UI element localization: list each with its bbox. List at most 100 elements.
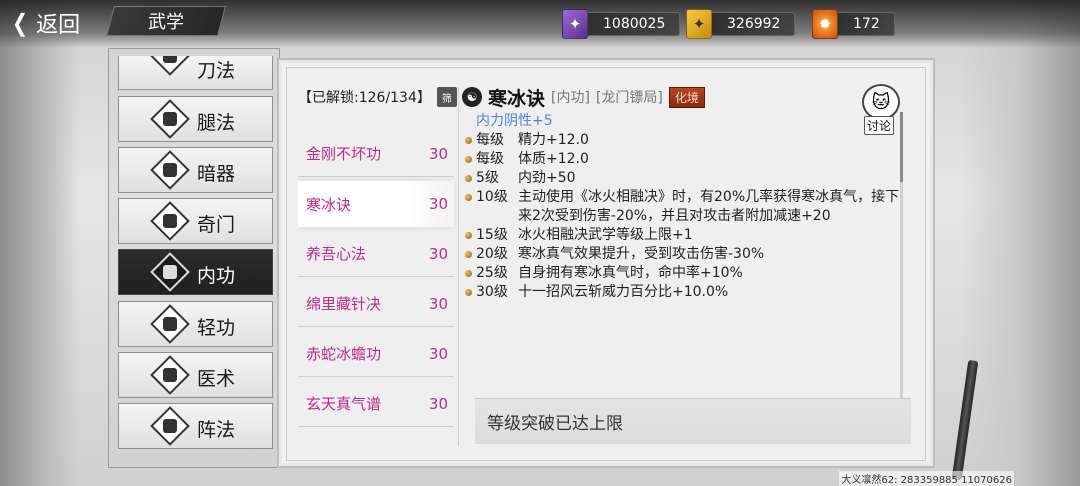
effect-row: 20级 寒冰真气效果提升，受到攻击伤害-30% [462, 245, 902, 264]
bullet-icon [465, 156, 472, 163]
skill-row[interactable]: 赤蛇冰蟾功 30 [298, 331, 454, 377]
effect-level: 15级 [476, 227, 508, 243]
effect-level: 20级 [476, 246, 508, 262]
skill-name: 寒冰诀 [306, 195, 352, 214]
effect-level: 每级 [476, 151, 504, 167]
effect-first-line: 内力阴性+5 [476, 113, 553, 129]
skill-level: 30 [428, 144, 448, 163]
category-item-kick[interactable]: 腿法 [118, 96, 273, 142]
section-title-tab: 武学 [105, 6, 227, 36]
unlock-counter: 【已解锁:126/134】 筛 [298, 86, 458, 108]
category-item-lightness[interactable]: 轻功 [118, 301, 273, 347]
effect-row: 15级 冰火相融决武学等级上限+1 [462, 226, 902, 245]
category-label: 暗器 [197, 163, 236, 185]
skill-row-selected[interactable]: 寒冰诀 30 [298, 181, 454, 227]
category-item-medicine[interactable]: 医术 [118, 352, 273, 398]
skill-title: 寒冰诀 [488, 87, 546, 110]
gold-book-icon: ✦ [686, 9, 712, 39]
medicine-icon [150, 355, 190, 395]
bullet-icon [465, 194, 472, 201]
skill-type-tag: [内功] [551, 90, 590, 106]
category-label: 腿法 [197, 112, 236, 134]
blade-icon [150, 56, 190, 76]
player-id-footer: 大义凛然62: 283359885 11070626 [839, 471, 1014, 486]
bullet-icon [465, 270, 472, 277]
realm-badge: 化境 [668, 86, 705, 108]
scrollbar-thumb[interactable] [900, 112, 903, 182]
skill-list[interactable]: 金刚不坏功 30 寒冰诀 30 养吾心法 30 绵里藏针决 30 赤蛇冰蟾功 3… [298, 110, 458, 446]
category-label: 奇门 [197, 214, 236, 236]
back-label: 返回 [36, 13, 81, 38]
effect-row: 25级 自身拥有寒冰真气时，命中率+10% [462, 264, 902, 283]
effect-level: 5级 [476, 170, 499, 186]
breakthrough-note-text: 等级突破已达上限 [487, 414, 623, 434]
skill-level: 30 [428, 344, 448, 363]
effect-text: 寒冰真气效果提升，受到攻击伤害-30% [518, 246, 765, 262]
detail-scrollbar[interactable] [900, 112, 903, 402]
effect-row: 10级 主动使用《冰火相融决》时，有20%几率获得寒冰真气，接下来2次受到伤害-2… [462, 188, 902, 226]
currency-gold[interactable]: ✦ 326992 [686, 9, 796, 39]
effect-text: 十一招风云斩威力百分比+10.0% [518, 284, 729, 300]
category-item-odd-weapon[interactable]: 奇门 [118, 198, 273, 244]
bullet-icon [465, 232, 472, 239]
right-ink-edge [960, 0, 1080, 486]
skill-name: 绵里藏针决 [306, 295, 382, 313]
bullet-icon [465, 175, 472, 182]
bullet-icon [465, 251, 472, 258]
effect-level: 10级 [476, 189, 508, 205]
filter-button[interactable]: 筛 [436, 87, 457, 107]
category-label: 阵法 [197, 419, 236, 441]
skill-name: 金刚不坏功 [306, 145, 382, 163]
lightness-icon [150, 304, 190, 344]
skill-level: 30 [428, 394, 448, 413]
skill-source-tag: [龙门镖局] [595, 90, 663, 106]
bullet-icon [465, 289, 472, 296]
skill-row[interactable]: 绵里藏针决 30 [298, 281, 454, 327]
flame-icon: ✹ [812, 9, 838, 39]
skill-row[interactable]: 玄天真气谱 30 [298, 381, 454, 427]
kick-icon [150, 99, 190, 139]
back-button[interactable]: ❮ 返回 [10, 6, 80, 40]
category-item-blade[interactable]: 刀法 [118, 56, 273, 90]
purple-scroll-icon: ✦ [562, 9, 588, 39]
skill-name: 玄天真气谱 [306, 395, 382, 413]
effect-row: 5级 内劲+50 [462, 169, 902, 188]
effect-row: 30级 十一招风云斩威力百分比+10.0% [462, 283, 902, 302]
formation-icon [150, 406, 190, 446]
skill-level: 30 [428, 195, 448, 213]
effect-text: 精力+12.0 [518, 132, 589, 148]
category-item-inner-power[interactable]: 内功 [118, 249, 273, 295]
category-item-hidden-weapon[interactable]: 暗器 [118, 147, 273, 193]
bullet-icon [465, 137, 472, 144]
effect-text: 冰火相融决武学等级上限+1 [518, 227, 693, 243]
left-ink-edge [0, 0, 80, 486]
effect-text: 主动使用《冰火相融决》时，有20%几率获得寒冰真气，接下来2次受到伤害-20%，… [518, 189, 900, 224]
category-label: 内功 [197, 265, 236, 287]
category-label: 医术 [197, 368, 236, 390]
category-label: 刀法 [197, 60, 236, 82]
category-item-formation[interactable]: 阵法 [118, 403, 273, 449]
currency-purple[interactable]: ✦ 1080025 [562, 9, 681, 39]
skill-detail-header: ☯ 寒冰诀 [内功] [龙门镖局] 化境 [462, 84, 705, 110]
unlock-label: 【已解锁:126/134】 [298, 90, 431, 106]
breakthrough-note: 等级突破已达上限 [475, 398, 911, 444]
effect-row: 每级 精力+12.0 [462, 131, 902, 150]
currency-flame[interactable]: ✹ 172 [812, 9, 895, 39]
skill-row[interactable]: 金刚不坏功 30 [298, 131, 454, 177]
shuriken-icon [150, 150, 190, 190]
skill-name: 赤蛇冰蟾功 [306, 345, 382, 363]
effect-text: 体质+12.0 [518, 151, 589, 167]
skill-row[interactable]: 养吾心法 30 [298, 231, 454, 277]
effect-text: 自身拥有寒冰真气时，命中率+10% [518, 265, 743, 281]
skill-level: 30 [428, 294, 448, 313]
effect-level: 每级 [476, 132, 504, 148]
skill-effects: 内力阴性+5 每级 精力+12.0 每级 体质+12.0 5级 内劲+50 10级 主动… [462, 112, 902, 302]
skill-level: 30 [428, 244, 448, 263]
skill-name: 养吾心法 [306, 245, 367, 263]
effect-row: 每级 体质+12.0 [462, 150, 902, 169]
effect-text: 内劲+50 [518, 170, 576, 186]
effect-level: 25级 [476, 265, 508, 281]
back-arrow-icon: ❮ [12, 9, 29, 37]
category-label: 轻功 [197, 317, 236, 339]
odd-weapon-icon [150, 201, 190, 241]
